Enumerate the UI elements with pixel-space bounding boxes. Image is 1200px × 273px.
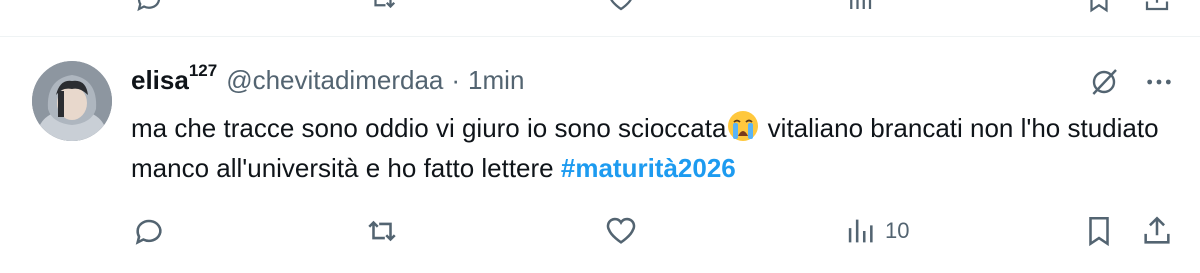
timestamp[interactable]: 1min (468, 65, 524, 96)
user-handle[interactable]: @chevitadimerdaa (226, 65, 443, 96)
more-options-icon[interactable] (1143, 66, 1175, 103)
separator-dot: · (451, 64, 461, 95)
display-name[interactable]: elisa (131, 65, 189, 96)
reply-icon (135, 219, 162, 245)
views-button[interactable]: 10 (843, 211, 909, 251)
post-text-part1: ma che tracce sono oddio vi giuro io son… (131, 113, 727, 143)
reply-icon[interactable] (134, 0, 164, 19)
grok-icon[interactable] (1088, 66, 1120, 103)
post-text: ma che tracce sono oddio vi giuro io son… (131, 108, 1171, 188)
like-button[interactable] (604, 211, 638, 251)
avatar[interactable] (32, 61, 112, 141)
loudly-crying-face-icon (726, 109, 760, 143)
retweet-icon (368, 220, 396, 242)
heart-icon (606, 217, 636, 244)
share-icon (1144, 216, 1170, 244)
name-superscript: 127 (188, 61, 218, 80)
heart-icon[interactable] (606, 0, 636, 19)
bookmark-icon[interactable] (1084, 0, 1114, 19)
retweet-button[interactable] (365, 211, 399, 251)
avatar-image (32, 61, 112, 141)
reply-button[interactable] (132, 211, 166, 251)
post-header: elisa 127 @chevitadimerdaa · 1min (131, 61, 524, 96)
views-icon[interactable] (845, 0, 875, 19)
post-actions: 10 (0, 211, 1200, 251)
share-icon[interactable] (1142, 0, 1172, 19)
views-icon (848, 219, 873, 243)
share-button[interactable] (1140, 211, 1174, 251)
post-divider (0, 36, 1200, 37)
bookmark-icon (1089, 216, 1109, 247)
bookmark-button[interactable] (1082, 211, 1116, 251)
views-count: 10 (885, 218, 910, 243)
retweet-icon[interactable] (368, 0, 398, 19)
previous-post-actions (0, 0, 1200, 14)
hashtag-link[interactable]: #maturità2026 (561, 153, 736, 183)
